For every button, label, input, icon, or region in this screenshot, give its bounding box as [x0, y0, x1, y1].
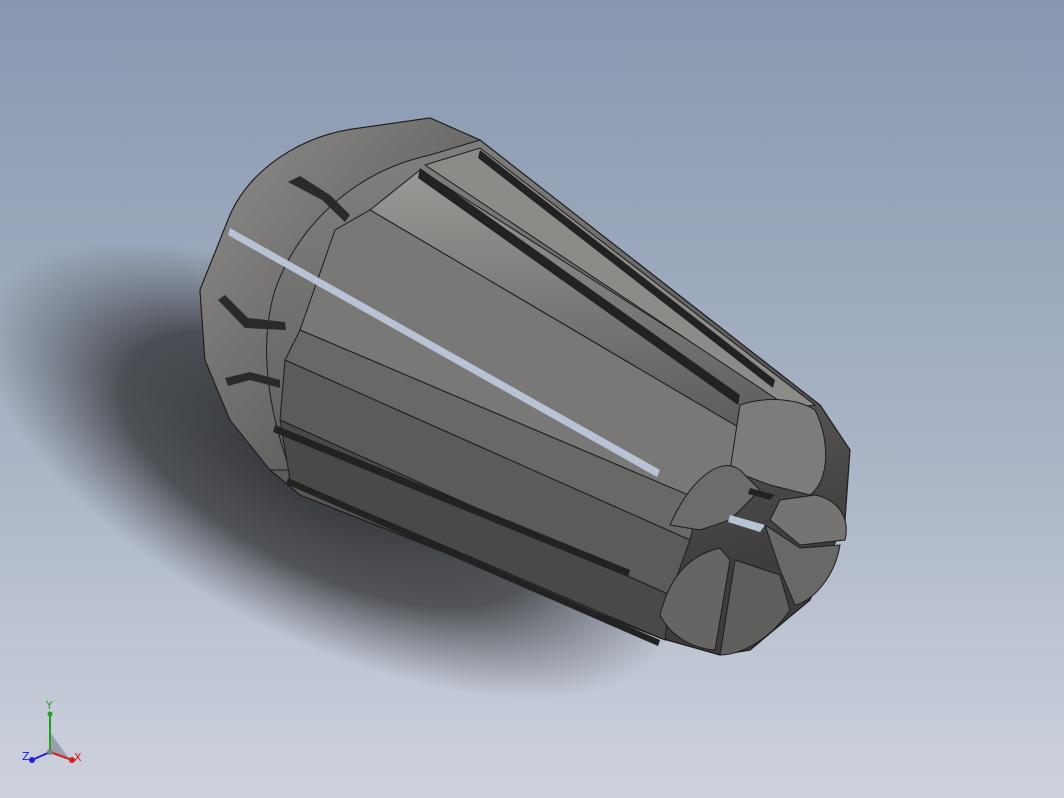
z-axis-label: Z	[22, 750, 30, 763]
y-axis-label: Y	[46, 699, 53, 712]
x-axis-label: X	[74, 751, 82, 764]
collet-model[interactable]	[0, 0, 1064, 798]
orientation-triad[interactable]: Y X Z	[18, 700, 88, 772]
3d-viewport[interactable]: Y X Z	[0, 0, 1064, 798]
